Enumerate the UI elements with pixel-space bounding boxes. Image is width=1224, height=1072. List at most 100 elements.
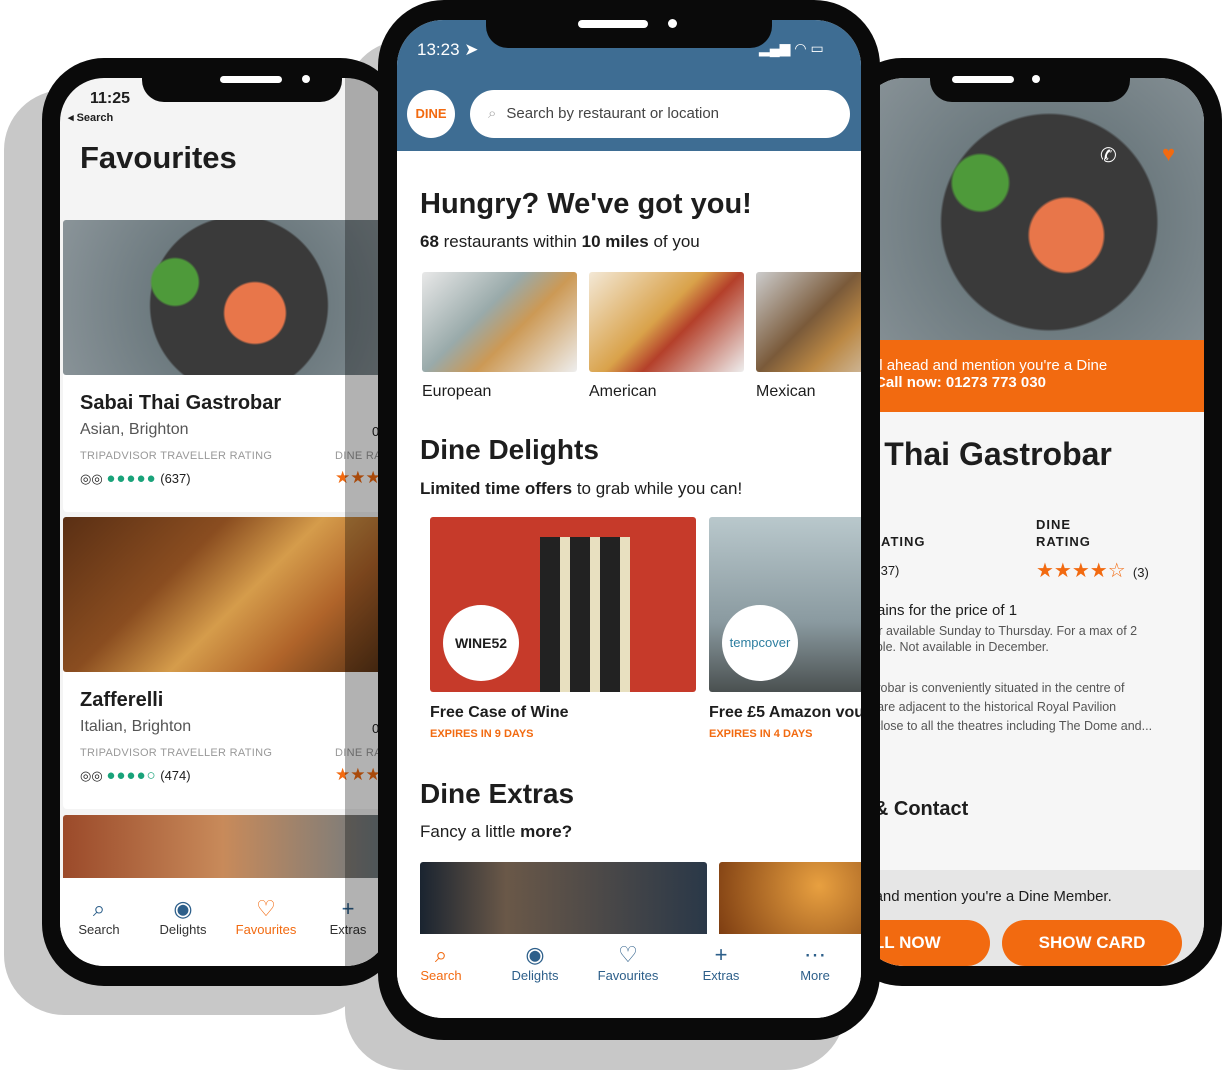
tab-label: Extras (702, 968, 740, 983)
speaker (220, 76, 282, 83)
text-line: and close to all the theatres including … (860, 719, 1153, 733)
star-rating: ★★★★☆ (1036, 560, 1126, 582)
text: to grab while you can! (572, 479, 743, 498)
restaurant-name: Zafferelli (80, 689, 164, 711)
footer-note: Please call ahead and mention you're a D… (860, 888, 1112, 905)
tab-label: Delights (511, 968, 559, 983)
left-phone: 11:25 ◂ Search Favourites Sabai Thai Gas… (42, 58, 402, 986)
location-arrow-icon: ➤ (464, 40, 479, 59)
favourites-screen: 11:25 ◂ Search Favourites Sabai Thai Gas… (60, 78, 390, 966)
offer-card[interactable]: tempcover Free £5 Amazon vou EXPIRES IN … (709, 517, 861, 740)
search-icon: ⌕ (488, 105, 497, 122)
label-line: RATING (1036, 534, 1091, 549)
tab-label: Favourites (597, 968, 659, 983)
tab-bar: ⌕ Search ◉ Delights ♡ Favourites + Extras (60, 878, 390, 966)
home-screen: 13:23 ➤ ▂▄▆ ◠ ▭ DINE ⌕ Search by restaura… (397, 20, 861, 1018)
right-phone: ✆ ♥ Please call ahead and mention you're… (840, 58, 1222, 986)
dine-rating: ★★★★☆ (3) (1036, 558, 1149, 583)
restaurant-detail-screen: ✆ ♥ Please call ahead and mention you're… (860, 78, 1204, 966)
owl-icon: ◎◎ (80, 471, 103, 486)
offer-image: WINE52 (430, 517, 696, 692)
restaurant-image (63, 815, 383, 885)
extra-image[interactable] (420, 862, 707, 942)
label-line: DINE (1036, 517, 1072, 532)
page-title: Favourites (80, 140, 237, 175)
category-label: American (589, 383, 657, 400)
count: 68 (420, 232, 439, 251)
heart-icon: ♡ (618, 942, 638, 967)
back-label: Search (76, 112, 114, 124)
restaurant-image (63, 517, 383, 672)
tab-favourites[interactable]: ♡ Favourites (232, 896, 300, 937)
brand-logo: tempcover (722, 605, 798, 681)
tab-extras[interactable]: + Extras (693, 942, 749, 983)
tab-delights[interactable]: ◉ Delights (501, 942, 569, 983)
restaurant-subtitle: Asian, Brighton (80, 421, 189, 438)
text-line: people. Not available in December. (860, 640, 1049, 654)
show-card-button[interactable]: SHOW CARD (1002, 920, 1182, 966)
text: Fancy a little (420, 822, 521, 841)
section-title-extras: Dine Extras (420, 778, 575, 809)
back-link[interactable]: ◂ Search (68, 111, 113, 124)
offer-expiry: EXPIRES IN 9 DAYS (430, 728, 534, 740)
tab-label: Search (420, 968, 462, 983)
tab-label: More (800, 968, 830, 983)
phone-icon[interactable]: ✆ (1100, 143, 1117, 168)
restaurant-card[interactable]: Zafferelli Italian, Brighton TRIPADVISOR… (63, 517, 383, 809)
category-american[interactable]: American (589, 272, 744, 401)
call-ahead-banner: Please call ahead and mention you're a D… (860, 340, 1204, 412)
dine-rating-label: DINE RATING (1036, 516, 1091, 550)
tab-label: Search (78, 922, 120, 937)
text-line: Offer available Sunday to Thursday. For … (860, 624, 1138, 638)
tripadvisor-rating: ◎◎ ●●●●○ (474) (80, 767, 191, 784)
restaurant-title: Sabai Thai Gastrobar (860, 436, 1112, 472)
delights-subtitle: Limited time offers to grab while you ca… (420, 479, 742, 499)
camera (668, 19, 677, 28)
rating-circles: ●●●●○ (106, 767, 157, 784)
tab-search[interactable]: ⌕ Search (70, 896, 128, 937)
search-placeholder: Search by restaurant or location (506, 105, 720, 122)
category-image (756, 272, 861, 372)
review-count: (3) (1132, 565, 1149, 580)
search-icon: ⌕ (92, 896, 106, 921)
category-image (589, 272, 744, 372)
restaurant-card[interactable]: Sabai Thai Gastrobar Asian, Brighton TRI… (63, 220, 383, 512)
offer-description: Offer available Sunday to Thursday. For … (860, 623, 1137, 655)
banner-phone[interactable]: Member. Call now: 01273 773 030 (860, 374, 1204, 391)
headline: Hungry? We've got you! (420, 188, 752, 220)
heart-icon: ♡ (256, 896, 276, 921)
hero-image (860, 78, 1204, 340)
status-time: 13:23 ➤ (417, 40, 479, 60)
more-icon: ⋯ (804, 942, 826, 967)
offer-image: tempcover (709, 517, 861, 692)
text: of you (648, 232, 700, 251)
rating-circles: ●●●●● (106, 470, 157, 487)
tab-favourites[interactable]: ♡ Favourites (590, 942, 666, 983)
center-phone: 13:23 ➤ ▂▄▆ ◠ ▭ DINE ⌕ Search by restaura… (378, 0, 880, 1040)
miles: 10 miles (581, 232, 649, 251)
dine-logo[interactable]: DINE (407, 90, 455, 138)
extra-image[interactable] (719, 862, 861, 942)
banner-line: Please call ahead and mention you're a D… (860, 357, 1108, 374)
category-mexican[interactable]: Mexican (756, 272, 861, 401)
speaker (952, 76, 1014, 83)
section-title-delights: Dine Delights (420, 434, 599, 465)
category-image (422, 272, 577, 372)
category-label: Mexican (756, 383, 816, 400)
extras-subtitle: Fancy a little more? (420, 822, 572, 842)
tab-more[interactable]: ⋯ More (787, 942, 843, 983)
favourite-heart-icon[interactable]: ♥ (1162, 141, 1175, 167)
offer-card[interactable]: WINE52 Free Case of Wine EXPIRES IN 9 DA… (430, 517, 696, 740)
restaurant-image (63, 220, 383, 375)
delights-icon: ◉ (525, 942, 545, 967)
search-input[interactable]: ⌕ Search by restaurant or location (470, 90, 850, 138)
review-count: (474) (160, 768, 191, 783)
offer-title: 2 mains for the price of 1 (860, 602, 1018, 619)
camera (302, 75, 310, 83)
tripadvisor-label: TRIPADVISOR TRAVELLER RATING (80, 450, 273, 462)
tab-search[interactable]: ⌕ Search (409, 942, 473, 983)
category-european[interactable]: European (422, 272, 577, 401)
review-count: (637) (160, 471, 191, 486)
tab-delights[interactable]: ◉ Delights (152, 896, 214, 937)
plus-icon: + (714, 942, 728, 967)
